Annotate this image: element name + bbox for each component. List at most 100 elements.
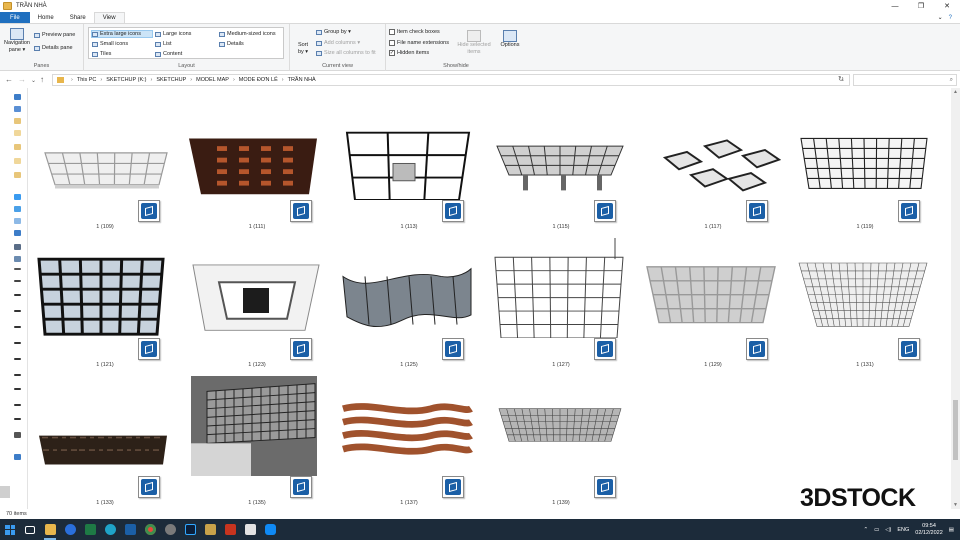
scroll-down-icon[interactable]: ▼	[953, 502, 958, 508]
start-button[interactable]	[0, 519, 20, 540]
notifications-icon[interactable]: ▤	[949, 527, 954, 533]
nav-tree-icon[interactable]	[14, 144, 21, 150]
address-bar[interactable]: › This PC › SKETCHUP (K:) › SKETCHUP › M…	[52, 74, 850, 86]
layout-medium-icons[interactable]: Medium-sized icons	[219, 31, 276, 37]
taskbar-app-zalo[interactable]	[60, 519, 80, 540]
sort-by-button[interactable]: Sort by ▾	[296, 42, 310, 55]
file-tile[interactable]: 1 (131)	[795, 230, 935, 368]
minimize-button[interactable]: —	[882, 0, 908, 12]
layout-content[interactable]: Content	[155, 51, 182, 57]
nav-tree-icon[interactable]	[14, 94, 21, 100]
nav-tree-icon[interactable]	[14, 206, 21, 212]
hide-selected-button[interactable]: Hide selected items	[456, 30, 492, 55]
taskbar-app-chrome[interactable]	[140, 519, 160, 540]
file-tile[interactable]: 1 (119)	[795, 92, 935, 230]
breadcrumb-tran-nha[interactable]: TRẦN NHÀ	[288, 77, 316, 83]
file-tile[interactable]: 1 (113)	[339, 92, 479, 230]
file-tile[interactable]: 1 (109)	[35, 92, 175, 230]
navigation-pane-button[interactable]: Navigation pane ▾	[3, 28, 31, 53]
file-tile[interactable]: 1 (111)	[187, 92, 327, 230]
preview-pane-button[interactable]: Preview pane	[34, 32, 75, 38]
tab-file[interactable]: File	[0, 12, 30, 23]
scroll-up-icon[interactable]: ▲	[953, 89, 958, 95]
taskbar-app-excel[interactable]	[80, 519, 100, 540]
back-arrow-icon[interactable]: ←	[5, 75, 13, 84]
file-tile[interactable]: 1 (133)	[35, 368, 175, 506]
taskbar-app-edge[interactable]	[100, 519, 120, 540]
breadcrumb-this-pc[interactable]: This PC	[77, 77, 97, 83]
help-icon[interactable]: ?	[949, 15, 952, 21]
file-tile[interactable]: 1 (121)	[35, 230, 175, 368]
nav-tree-icon[interactable]	[14, 118, 21, 124]
breadcrumb-sketchup[interactable]: SKETCHUP	[156, 77, 186, 83]
maximize-button[interactable]: ❐	[908, 0, 934, 12]
taskbar-app-photoshop[interactable]	[180, 519, 200, 540]
chevron-up-icon[interactable]: ⌃	[863, 527, 868, 533]
nav-tree-icon[interactable]	[14, 130, 21, 136]
options-button[interactable]: Options	[496, 30, 524, 49]
nav-tree-icon[interactable]	[14, 454, 21, 460]
nav-tree-icon[interactable]	[14, 158, 21, 164]
search-box[interactable]: ⌕	[853, 74, 957, 86]
size-columns-button[interactable]: Size all columns to fit	[316, 50, 376, 56]
network-icon[interactable]: ▭	[874, 527, 879, 533]
item-check-boxes-toggle[interactable]: Item check boxes	[389, 29, 440, 35]
group-by-button[interactable]: Group by ▾	[316, 29, 351, 35]
nav-tree-icon[interactable]	[14, 374, 21, 376]
task-view-button[interactable]	[20, 519, 40, 540]
breadcrumb-drive[interactable]: SKETCHUP (K:)	[106, 77, 146, 83]
hidden-items-toggle[interactable]: ✓ Hidden items	[389, 50, 429, 56]
clock[interactable]: 09:54 02/12/2022	[915, 523, 943, 537]
nav-tree-icon[interactable]	[14, 194, 21, 200]
tab-home[interactable]: Home	[30, 12, 62, 23]
language-indicator[interactable]: ENG	[897, 527, 909, 533]
layout-large-icons[interactable]: Large icons	[155, 31, 191, 37]
file-tile[interactable]: 1 (115)	[491, 92, 631, 230]
nav-tree-icon[interactable]	[14, 404, 21, 406]
taskbar-app-sketchup[interactable]	[120, 519, 140, 540]
layout-list[interactable]: List	[155, 41, 172, 47]
up-arrow-icon[interactable]: ↑	[40, 75, 44, 84]
nav-tree-icon[interactable]	[14, 218, 21, 224]
breadcrumb-model-map[interactable]: MODEL MAP	[196, 77, 229, 83]
add-columns-button[interactable]: Add columns ▾	[316, 40, 360, 46]
file-name-extensions-toggle[interactable]: File name extensions	[389, 40, 449, 46]
file-tile[interactable]: 1 (125)	[339, 230, 479, 368]
nav-pane-scroll-thumb[interactable]	[0, 486, 10, 498]
layout-extra-large-icons[interactable]: Extra large icons	[91, 30, 153, 38]
volume-icon[interactable]: ◁)	[885, 527, 891, 533]
file-tile[interactable]: 1 (127)	[491, 230, 631, 368]
layout-small-icons[interactable]: Small icons	[92, 41, 128, 47]
nav-tree-icon[interactable]	[14, 388, 21, 390]
nav-tree-icon[interactable]	[14, 280, 21, 282]
file-tile[interactable]: 1 (123)	[187, 230, 327, 368]
nav-tree-icon[interactable]	[14, 358, 21, 360]
nav-tree-icon[interactable]	[14, 256, 21, 262]
forward-arrow-icon[interactable]: →	[18, 75, 26, 84]
scrollbar-thumb[interactable]	[953, 400, 958, 460]
file-tile[interactable]: 1 (135)	[187, 368, 327, 506]
nav-tree-icon[interactable]	[14, 244, 21, 250]
details-pane-button[interactable]: Details pane	[34, 45, 73, 51]
nav-tree-icon[interactable]	[14, 172, 21, 178]
taskbar-file-explorer[interactable]	[40, 519, 60, 540]
close-button[interactable]: ✕	[934, 0, 960, 12]
taskbar-app-autocad[interactable]	[220, 519, 240, 540]
layout-details[interactable]: Details	[219, 41, 244, 47]
expand-ribbon-icon[interactable]: ⌄	[938, 14, 943, 21]
taskbar-app-lumion[interactable]	[240, 519, 260, 540]
file-tile[interactable]: 1 (139)	[491, 368, 631, 506]
nav-tree-icon[interactable]	[14, 432, 21, 438]
nav-tree-icon[interactable]	[14, 294, 21, 296]
nav-tree-icon[interactable]	[14, 342, 21, 344]
nav-tree-icon[interactable]	[14, 106, 21, 112]
nav-tree-icon[interactable]	[14, 418, 21, 420]
taskbar-app-settings[interactable]	[160, 519, 180, 540]
nav-tree-icon[interactable]	[14, 268, 21, 270]
nav-tree-icon[interactable]	[14, 326, 21, 328]
recent-chevron-icon[interactable]: ⌄	[31, 77, 36, 84]
file-tile[interactable]: 1 (117)	[643, 92, 783, 230]
tab-view[interactable]: View	[93, 12, 125, 23]
nav-tree-icon[interactable]	[14, 310, 21, 312]
file-tile[interactable]: 1 (137)	[339, 368, 479, 506]
